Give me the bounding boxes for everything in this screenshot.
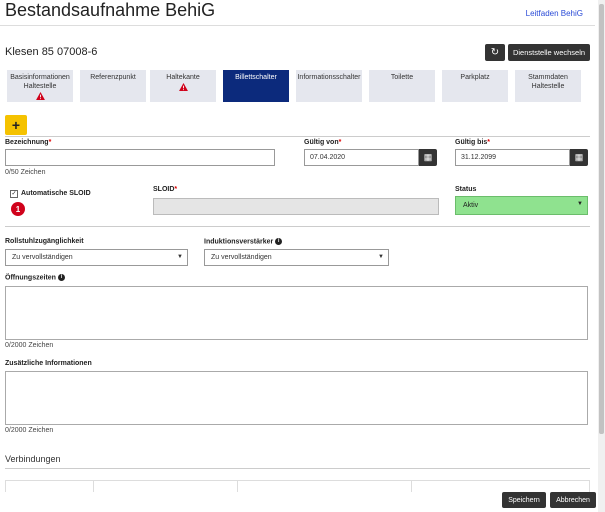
- location-name: Klesen 85 07008-6: [5, 46, 98, 58]
- gueltig-von-label: Gültig von*: [304, 139, 342, 146]
- tab-stammdaten[interactable]: Stammdaten Haltestelle: [515, 70, 581, 102]
- caret-down-icon: ▼: [577, 201, 583, 207]
- divider: [5, 136, 590, 137]
- sloid-input: [153, 198, 439, 215]
- zusatz-char-count: 0/2000 Zeichen: [5, 427, 54, 434]
- oeffnungszeiten-label: Öffnungszeiten i: [5, 274, 65, 281]
- tab-label: Informationsschalter: [297, 74, 361, 81]
- gueltig-von-input[interactable]: 07.04.2020: [304, 149, 419, 166]
- status-value: Aktiv: [463, 202, 479, 209]
- divider: [5, 226, 590, 227]
- tab-informationsschalter[interactable]: Informationsschalter: [296, 70, 362, 102]
- refresh-button[interactable]: ↻: [485, 44, 505, 61]
- tab-label: Parkplatz: [460, 74, 490, 81]
- add-button[interactable]: +: [5, 115, 27, 135]
- zusatz-label: Zusätzliche Informationen: [5, 360, 92, 367]
- status-label: Status: [455, 186, 477, 193]
- warning-icon: [35, 92, 45, 100]
- tab-billettschalter[interactable]: Billettschalter: [223, 70, 289, 102]
- change-office-button[interactable]: Dienststelle wechseln: [508, 44, 590, 61]
- tab-basisinformationen[interactable]: Basisinformationen Haltestelle: [7, 70, 73, 102]
- table-column-divider: [237, 481, 238, 492]
- auto-sloid-checkbox[interactable]: ✓: [10, 190, 18, 198]
- tab-label: Billettschalter: [235, 74, 277, 81]
- verbindungen-title: Verbindungen: [5, 454, 61, 464]
- tab-label: Haltekante: [166, 74, 200, 81]
- gueltig-von-calendar-button[interactable]: ▦: [419, 149, 437, 166]
- calendar-icon: ▦: [574, 152, 584, 162]
- help-link[interactable]: Leitfaden BehiG: [526, 9, 583, 18]
- bezeichnung-char-count: 0/50 Zeichen: [5, 169, 46, 176]
- tab-label: Toilette: [390, 74, 414, 81]
- save-button[interactable]: Speichern: [502, 492, 546, 508]
- gueltig-bis-label: Gültig bis*: [455, 139, 491, 146]
- tab-label: Basisinformationen Haltestelle: [10, 74, 70, 90]
- divider: [5, 468, 590, 469]
- table-column-divider: [93, 481, 94, 492]
- notification-badge: 1: [11, 202, 25, 216]
- oeffnungszeiten-char-count: 0/2000 Zeichen: [5, 342, 54, 349]
- scrollbar-thumb[interactable]: [599, 4, 604, 434]
- tab-toilette[interactable]: Toilette: [369, 70, 435, 102]
- refresh-icon: ↻: [490, 47, 500, 58]
- tab-parkplatz[interactable]: Parkplatz: [442, 70, 508, 102]
- gueltig-bis-calendar-button[interactable]: ▦: [570, 149, 588, 166]
- rollstuhl-value: Zu vervollständigen: [12, 254, 73, 261]
- gueltig-bis-input[interactable]: 31.12.2099: [455, 149, 570, 166]
- tab-haltekante[interactable]: Haltekante: [150, 70, 216, 102]
- status-select[interactable]: Aktiv ▼: [455, 196, 588, 215]
- rollstuhl-label: Rollstuhlzugänglichkeit: [5, 238, 84, 245]
- verbindungen-table: [5, 480, 590, 492]
- caret-down-icon: ▼: [177, 254, 183, 260]
- info-icon[interactable]: i: [57, 274, 65, 281]
- caret-down-icon: ▼: [378, 254, 384, 260]
- tab-label: Stammdaten Haltestelle: [528, 74, 568, 90]
- calendar-icon: ▦: [423, 152, 433, 162]
- page-title: Bestandsaufnahme BehiG: [5, 0, 216, 20]
- warning-icon: [178, 83, 188, 91]
- auto-sloid-label: Automatische SLOID: [21, 190, 91, 197]
- cancel-button[interactable]: Abbrechen: [550, 492, 596, 508]
- induktion-label: Induktionsverstärker i: [204, 238, 283, 245]
- induktion-select[interactable]: Zu vervollständigen ▼: [204, 249, 389, 266]
- rollstuhl-select[interactable]: Zu vervollständigen ▼: [5, 249, 188, 266]
- induktion-value: Zu vervollständigen: [211, 254, 272, 261]
- bezeichnung-label: Bezeichnung*: [5, 139, 52, 146]
- sloid-label: SLOID*: [153, 186, 178, 193]
- oeffnungszeiten-textarea[interactable]: [5, 286, 588, 340]
- tab-label: Referenzpunkt: [90, 74, 136, 81]
- info-icon[interactable]: i: [275, 238, 283, 245]
- zusatz-textarea[interactable]: [5, 371, 588, 425]
- table-column-divider: [411, 481, 412, 492]
- divider: [0, 25, 595, 26]
- bezeichnung-input[interactable]: [5, 149, 275, 166]
- tab-referenzpunkt[interactable]: Referenzpunkt: [80, 70, 146, 102]
